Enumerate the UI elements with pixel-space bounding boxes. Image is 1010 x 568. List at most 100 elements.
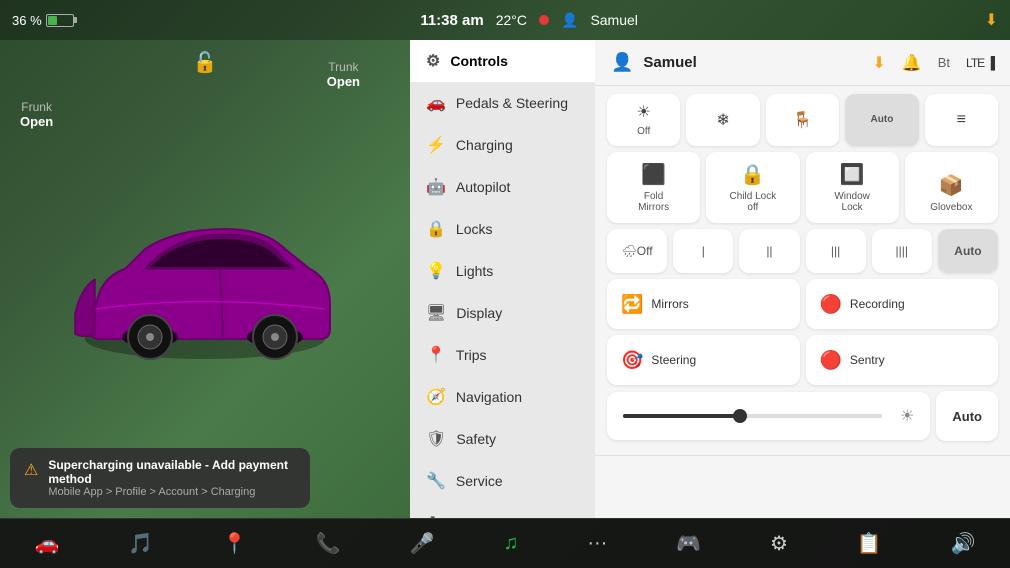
- sidebar-item-navigation[interactable]: 🧭 Navigation: [410, 376, 595, 418]
- sentry-label: Sentry: [850, 353, 885, 367]
- sidebar-item-pedals[interactable]: 🚗 Pedals & Steering: [410, 82, 595, 124]
- fold-mirrors-button[interactable]: ⬛ FoldMirrors: [607, 152, 700, 223]
- taskbar-dots[interactable]: ···: [579, 532, 615, 555]
- notification-bar: ⚠ Supercharging unavailable - Add paymen…: [10, 448, 310, 508]
- trips-icon: 📍: [426, 345, 446, 365]
- taskbar-games[interactable]: 🎮: [668, 531, 709, 556]
- status-bar: 36 % 11:38 am 22°C 👤 Samuel ⬇: [0, 0, 1010, 40]
- lights-icon: 💡: [426, 261, 446, 281]
- service-icon: 🔧: [426, 471, 446, 491]
- wiper-4-button[interactable]: ||||: [872, 229, 932, 273]
- brightness-row: ☀ Auto: [607, 391, 998, 441]
- frunk-value: Open: [20, 114, 53, 129]
- recording-button[interactable]: 🔴 Recording: [806, 279, 999, 329]
- window-lock-icon: 🔲: [840, 162, 865, 187]
- sidebar-item-controls[interactable]: ⚙ Controls: [410, 40, 595, 82]
- service-label: Service: [456, 473, 503, 489]
- taskbar-media[interactable]: 🎵: [120, 531, 161, 556]
- download-icon-status: ⬇: [985, 10, 998, 30]
- battery-percentage: 36 %: [12, 13, 42, 28]
- taskbar-spotify[interactable]: ♫: [495, 532, 526, 555]
- sentry-icon: 🔴: [820, 350, 842, 371]
- glovebox-icon: 📦: [939, 173, 964, 198]
- frunk-label-area: Frunk Open: [20, 100, 53, 129]
- notif-content: Supercharging unavailable - Add payment …: [48, 458, 296, 498]
- sidebar-item-lights[interactable]: 💡 Lights: [410, 250, 595, 292]
- wiper-row: 🌧 Off | || ||| |||| Auto: [607, 229, 998, 273]
- feature-row: ⬛ FoldMirrors 🔒 Child Lockoff 🔲 WindowLo…: [607, 152, 998, 223]
- steering-button[interactable]: 🎯 Steering: [607, 335, 800, 385]
- trunk-value: Open: [327, 74, 360, 89]
- sidebar-item-locks[interactable]: 🔒 Locks: [410, 208, 595, 250]
- record-dot: [539, 15, 549, 25]
- taskbar-phone[interactable]: 📞: [308, 531, 349, 556]
- sentry-button[interactable]: 🔴 Sentry: [806, 335, 999, 385]
- wiper-4-label: ||||: [896, 244, 908, 258]
- trunk-label: Trunk: [327, 60, 360, 74]
- battery-indicator: 36 %: [12, 13, 74, 28]
- mirrors-button[interactable]: 🔁 Mirrors: [607, 279, 800, 329]
- child-lock-label: Child Lockoff: [730, 191, 777, 213]
- brightness-auto-button[interactable]: Auto: [936, 391, 998, 441]
- wiper-1-button[interactable]: |: [673, 229, 733, 273]
- taskbar-sound[interactable]: 🔊: [943, 531, 984, 556]
- brightness-slider-container: ☀: [607, 392, 930, 440]
- window-lock-button[interactable]: 🔲 WindowLock: [806, 152, 899, 223]
- sidebar-item-trips[interactable]: 📍 Trips: [410, 334, 595, 376]
- taskbar-car[interactable]: 🚗: [26, 531, 67, 556]
- sidebar-item-display[interactable]: 🖥 Display: [410, 292, 595, 334]
- fold-mirrors-label: FoldMirrors: [638, 191, 669, 213]
- taskbar-voice[interactable]: 🎤: [402, 531, 443, 556]
- wiper-1-label: |: [702, 244, 705, 258]
- fan-icon: ≡: [957, 111, 966, 129]
- sun-icon: ☀: [637, 102, 651, 122]
- brightness-thumb[interactable]: [733, 409, 747, 423]
- battery-fill: [48, 16, 57, 25]
- trunk-label-area: Trunk Open: [327, 60, 360, 89]
- locks-label: Locks: [456, 221, 493, 237]
- climate-row: ☀ Off ❄ 🪑 Auto ≡: [607, 94, 998, 146]
- wiper-3-button[interactable]: |||: [806, 229, 866, 273]
- sun-off-button[interactable]: ☀ Off: [607, 94, 680, 146]
- defrost-icon: ❄: [716, 110, 729, 130]
- taskbar-nav[interactable]: 📍: [214, 531, 255, 556]
- cabin-controls-section: ☀ Off ❄ 🪑 Auto ≡ ⬛: [595, 86, 1010, 456]
- taskbar-files[interactable]: 📋: [849, 531, 890, 556]
- car-panel: Trunk Open Frunk Open 🔓: [0, 40, 410, 518]
- sidebar-item-charging[interactable]: ⚡ Charging: [410, 124, 595, 166]
- wiper-2-button[interactable]: ||: [739, 229, 799, 273]
- brightness-sun-icon: ☀: [900, 406, 914, 426]
- sidebar-nav: ⚙ Controls 🚗 Pedals & Steering ⚡ Chargin…: [410, 40, 595, 518]
- sidebar-item-autopilot[interactable]: 🤖 Autopilot: [410, 166, 595, 208]
- sidebar-item-software[interactable]: ⬇ Software: [410, 502, 595, 518]
- charging-icon: ⚡: [426, 135, 446, 155]
- seat-heat-button[interactable]: 🪑: [766, 94, 839, 146]
- right-panel: ⚙ Controls 🚗 Pedals & Steering ⚡ Chargin…: [410, 40, 1010, 518]
- fan-button[interactable]: ≡: [925, 94, 998, 146]
- username-status: Samuel: [590, 12, 637, 28]
- notif-title: Supercharging unavailable - Add payment …: [48, 458, 296, 486]
- user-icon-status: 👤: [561, 12, 578, 29]
- user-header-person-icon: 👤: [611, 52, 633, 73]
- taskbar-apps[interactable]: ⚙: [762, 531, 796, 556]
- wiper-icon: 🌧: [622, 244, 637, 258]
- window-lock-label: WindowLock: [834, 191, 870, 213]
- wiper-off-label: Off: [637, 244, 653, 258]
- sidebar-item-safety[interactable]: 🛡 Safety: [410, 418, 595, 460]
- mirrors-icon: 🔁: [621, 294, 643, 315]
- wiper-off-button[interactable]: 🌧 Off: [607, 229, 667, 273]
- wiper-3-label: |||: [831, 244, 840, 258]
- steering-label: Steering: [651, 353, 696, 367]
- lock-icon-car: 🔓: [193, 50, 218, 75]
- glovebox-label: Glovebox: [930, 202, 972, 213]
- user-header-icons: ⬇ 🔔 Bt LTE ▐: [872, 53, 994, 73]
- sidebar-item-service[interactable]: 🔧 Service: [410, 460, 595, 502]
- wiper-auto-button[interactable]: Auto: [938, 229, 998, 273]
- defrost-button[interactable]: ❄: [686, 94, 759, 146]
- main-content: 👤 Samuel ⬇ 🔔 Bt LTE ▐ ☀ Off ❄ 🪑: [595, 40, 1010, 518]
- child-lock-button[interactable]: 🔒 Child Lockoff: [706, 152, 799, 223]
- glovebox-button[interactable]: 📦 Glovebox: [905, 152, 998, 223]
- controls-label: Controls: [450, 53, 508, 69]
- navigation-icon: 🧭: [426, 387, 446, 407]
- auto-climate-button[interactable]: Auto: [845, 94, 918, 146]
